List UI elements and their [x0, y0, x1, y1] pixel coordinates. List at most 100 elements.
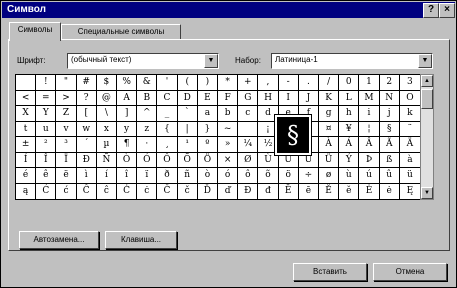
- symbol-cell[interactable]: ): [197, 75, 218, 91]
- subset-dropdown-arrow-icon[interactable]: ▼: [418, 54, 432, 68]
- symbol-cell[interactable]: Ĉ: [77, 183, 97, 199]
- symbol-cell[interactable]: ĉ: [97, 183, 117, 199]
- symbol-cell[interactable]: Î: [36, 152, 57, 168]
- subset-combo[interactable]: Латиница-1 ▼: [271, 53, 433, 69]
- symbol-cell[interactable]: Ô: [157, 152, 178, 168]
- symbol-cell[interactable]: ¶: [117, 137, 138, 153]
- symbol-grid[interactable]: ! " # $% & '() * +, -./0 1 2 3 < = >? @ A B C D E F G H I J K L M N O X…: [15, 74, 421, 200]
- symbol-cell[interactable]: ¨: [399, 122, 420, 137]
- symbol-cell[interactable]: à: [399, 153, 420, 168]
- symbol-cell[interactable]: ï: [137, 168, 158, 184]
- symbol-cell[interactable]: F: [218, 90, 239, 106]
- symbol-cell[interactable]: ò: [197, 168, 218, 184]
- symbol-cell[interactable]: ď: [218, 183, 239, 199]
- symbol-cell[interactable]: z: [137, 121, 158, 137]
- grid-scrollbar[interactable]: ▲ ▼: [420, 74, 434, 200]
- symbol-cell[interactable]: ¥: [339, 121, 360, 137]
- symbol-cell[interactable]: ¹: [177, 137, 198, 153]
- symbol-cell[interactable]: ": [56, 75, 77, 91]
- symbol-cell[interactable]: L: [339, 90, 360, 106]
- symbol-cell[interactable]: Ø: [238, 152, 259, 168]
- symbol-cell[interactable]: -: [278, 75, 299, 91]
- symbol-cell[interactable]: ċ: [137, 183, 158, 199]
- symbol-cell[interactable]: D: [177, 90, 198, 106]
- symbol-cell[interactable]: #: [76, 75, 97, 91]
- symbol-cell[interactable]: w: [76, 121, 97, 137]
- symbol-cell[interactable]: Ć: [36, 183, 57, 199]
- symbol-cell[interactable]: >: [56, 90, 77, 106]
- tab-special-characters[interactable]: Специальные символы: [61, 24, 181, 40]
- symbol-cell[interactable]: Ē: [279, 183, 299, 199]
- symbol-cell[interactable]: \: [96, 106, 117, 122]
- symbol-cell[interactable]: ð: [157, 168, 178, 184]
- symbol-cell[interactable]: î: [117, 168, 138, 184]
- symbol-cell[interactable]: *: [218, 75, 239, 91]
- symbol-cell[interactable]: ,: [258, 75, 279, 91]
- symbol-cell[interactable]: M: [359, 90, 380, 106]
- symbol-cell[interactable]: Z: [56, 106, 77, 122]
- symbol-cell[interactable]: {: [157, 121, 178, 137]
- symbol-cell[interactable]: [16, 75, 37, 91]
- symbol-cell[interactable]: i: [359, 106, 380, 122]
- symbol-cell[interactable]: ·: [137, 137, 158, 153]
- symbol-cell[interactable]: !: [36, 75, 57, 91]
- symbol-cell[interactable]: ą: [16, 183, 37, 199]
- symbol-cell[interactable]: 2: [379, 75, 400, 91]
- symbol-cell[interactable]: ô: [238, 168, 259, 184]
- symbol-cell[interactable]: Ĕ: [319, 183, 340, 199]
- symbol-cell[interactable]: Ñ: [96, 152, 117, 168]
- symbol-cell[interactable]: À: [319, 137, 340, 153]
- symbol-cell[interactable]: %: [117, 75, 138, 91]
- symbol-cell[interactable]: ±: [16, 137, 37, 153]
- symbol-cell[interactable]: Ü: [319, 152, 340, 168]
- symbol-cell[interactable]: ü: [399, 168, 420, 184]
- symbol-cell[interactable]: ć: [56, 183, 77, 199]
- symbol-cell[interactable]: Â: [359, 137, 380, 153]
- symbol-cell[interactable]: Ï: [56, 152, 77, 168]
- symbol-cell[interactable]: Đ: [238, 183, 259, 199]
- symbol-cell[interactable]: v: [56, 121, 77, 137]
- symbol-cell[interactable]: _: [157, 106, 178, 122]
- close-button[interactable]: ×: [439, 3, 455, 18]
- symbol-cell[interactable]: ¤: [319, 121, 340, 137]
- symbol-cell[interactable]: Õ: [177, 152, 198, 168]
- symbol-cell[interactable]: G: [238, 90, 259, 106]
- symbol-cell[interactable]: &: [137, 75, 158, 91]
- symbol-cell[interactable]: û: [379, 168, 400, 184]
- symbol-cell[interactable]: µ: [96, 137, 117, 153]
- symbol-cell[interactable]: K: [319, 90, 340, 106]
- symbol-cell[interactable]: +: [238, 75, 259, 91]
- symbol-cell[interactable]: B: [137, 90, 158, 106]
- symbol-cell[interactable]: x: [96, 121, 117, 137]
- symbol-cell[interactable]: .: [298, 75, 319, 91]
- symbol-cell[interactable]: u: [36, 121, 57, 137]
- symbol-cell[interactable]: $: [96, 75, 117, 91]
- symbol-cell[interactable]: í: [96, 168, 117, 184]
- symbol-cell[interactable]: ù: [339, 168, 360, 184]
- help-button[interactable]: ?: [423, 3, 439, 18]
- symbol-cell[interactable]: [: [76, 106, 97, 122]
- symbol-cell[interactable]: N: [379, 90, 400, 106]
- symbol-cell[interactable]: Ð: [76, 152, 97, 168]
- symbol-cell[interactable]: Ã: [379, 137, 400, 153]
- symbol-cell[interactable]: a: [197, 106, 218, 122]
- symbol-cell[interactable]: J: [298, 90, 319, 106]
- symbol-cell[interactable]: k: [399, 106, 420, 122]
- symbol-cell[interactable]: Ö: [197, 152, 218, 168]
- symbol-cell[interactable]: ?: [76, 90, 97, 106]
- symbol-cell[interactable]: ø: [319, 168, 340, 184]
- symbol-cell[interactable]: }: [197, 121, 218, 137]
- symbol-cell[interactable]: A: [117, 90, 138, 106]
- symbol-cell[interactable]: Ė: [359, 183, 380, 199]
- scroll-thumb[interactable]: [421, 89, 433, 109]
- symbol-cell[interactable]: ×: [218, 152, 239, 168]
- symbol-cell[interactable]: ĕ: [339, 183, 360, 199]
- symbol-cell[interactable]: t: [16, 121, 37, 137]
- symbol-cell[interactable]: Ä: [399, 137, 420, 153]
- symbol-cell[interactable]: =: [36, 90, 57, 106]
- symbol-cell[interactable]: `: [177, 106, 198, 122]
- symbol-cell[interactable]: ê: [36, 168, 57, 184]
- autocorrect-button[interactable]: Автозамена...: [19, 231, 99, 249]
- symbol-cell[interactable]: Ó: [137, 152, 158, 168]
- symbol-cell[interactable]: đ: [258, 183, 279, 199]
